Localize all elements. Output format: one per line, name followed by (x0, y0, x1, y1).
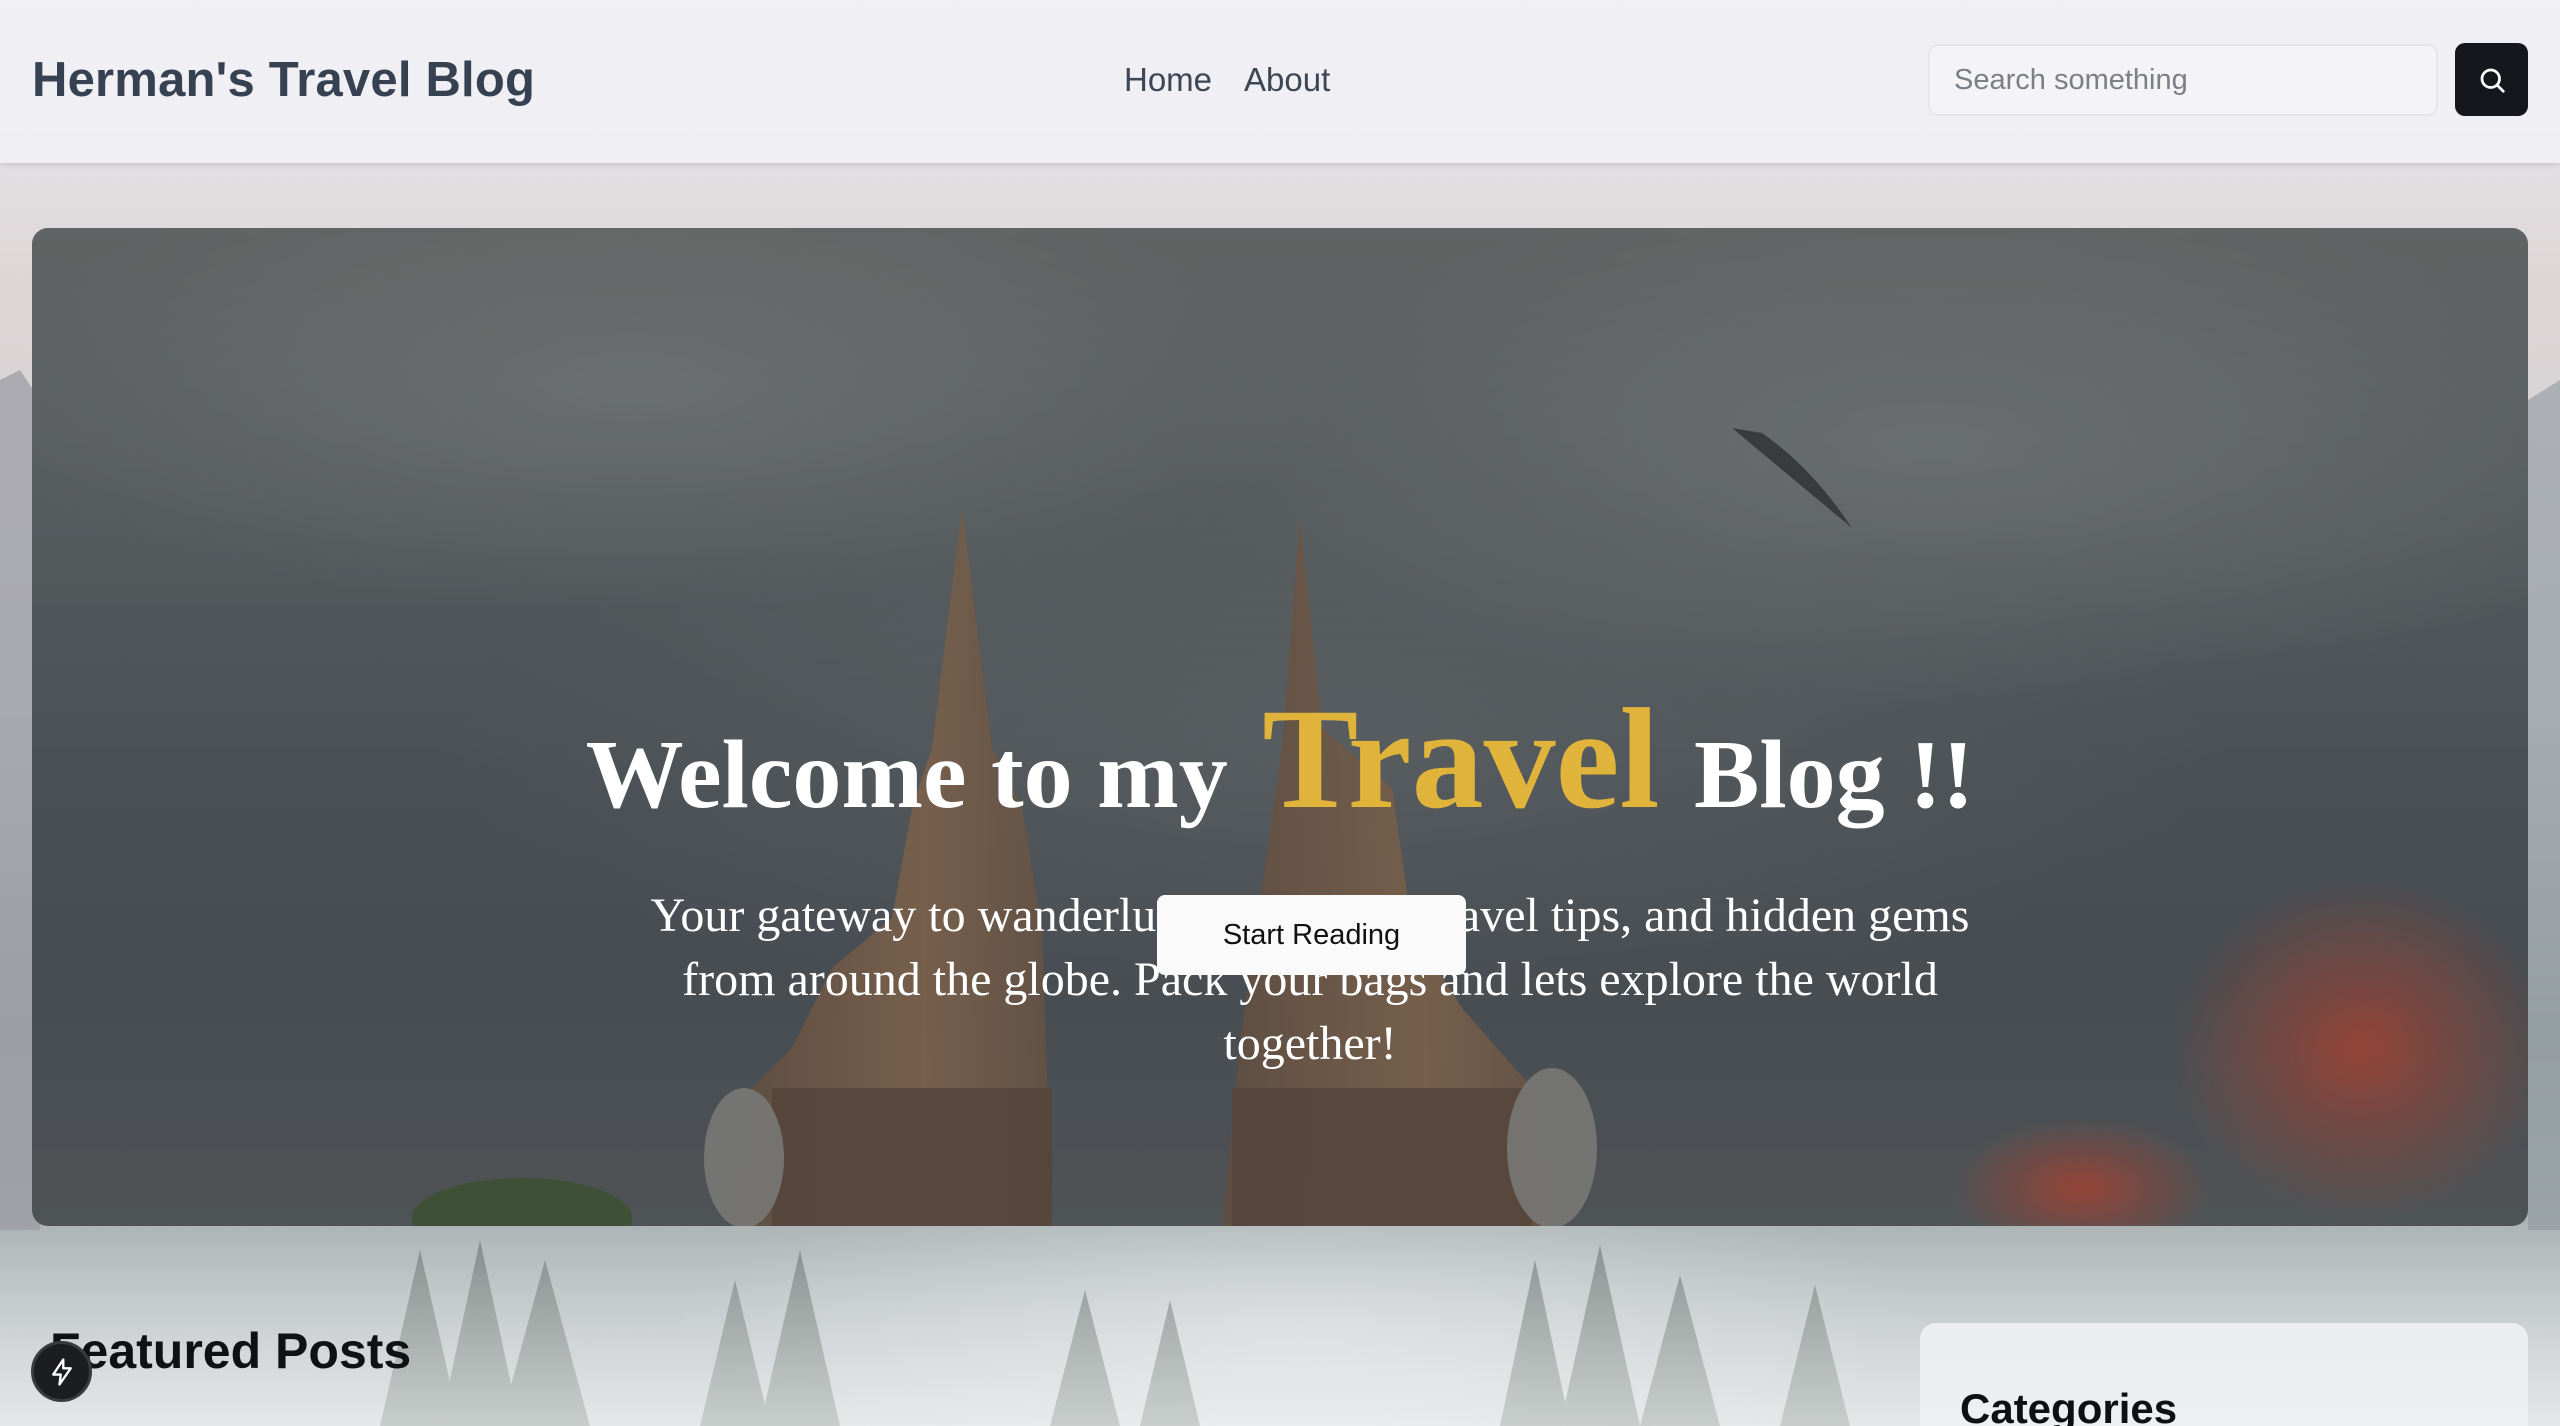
floating-action-button[interactable] (31, 1341, 92, 1402)
categories-heading: Categories (1960, 1385, 2178, 1426)
start-reading-button[interactable]: Start Reading (1157, 895, 1466, 975)
featured-posts-heading: Featured Posts (50, 1323, 412, 1379)
lightning-icon (51, 1357, 72, 1386)
nav-link-home[interactable]: Home (1124, 56, 1212, 104)
main-nav: Home About (1124, 56, 1330, 104)
site-brand-title[interactable]: Herman's Travel Blog (32, 48, 535, 112)
search-button[interactable] (2455, 43, 2528, 116)
hero-title-accent: Travel (1262, 680, 1660, 839)
top-navigation-bar: Herman's Travel Blog Home About (0, 0, 2560, 163)
search-icon (2480, 68, 2505, 93)
nav-link-about[interactable]: About (1244, 56, 1330, 104)
hero-title-start: Welcome to my (585, 721, 1253, 829)
categories-card: Categories (1920, 1323, 2528, 1426)
hero-banner: Welcome to my Travel Blog !! Your gatewa… (32, 228, 2528, 1226)
hero-title: Welcome to my Travel Blog !! (32, 688, 2528, 845)
hero-title-end: Blog !! (1669, 721, 1975, 829)
search-input[interactable] (1928, 44, 2438, 116)
